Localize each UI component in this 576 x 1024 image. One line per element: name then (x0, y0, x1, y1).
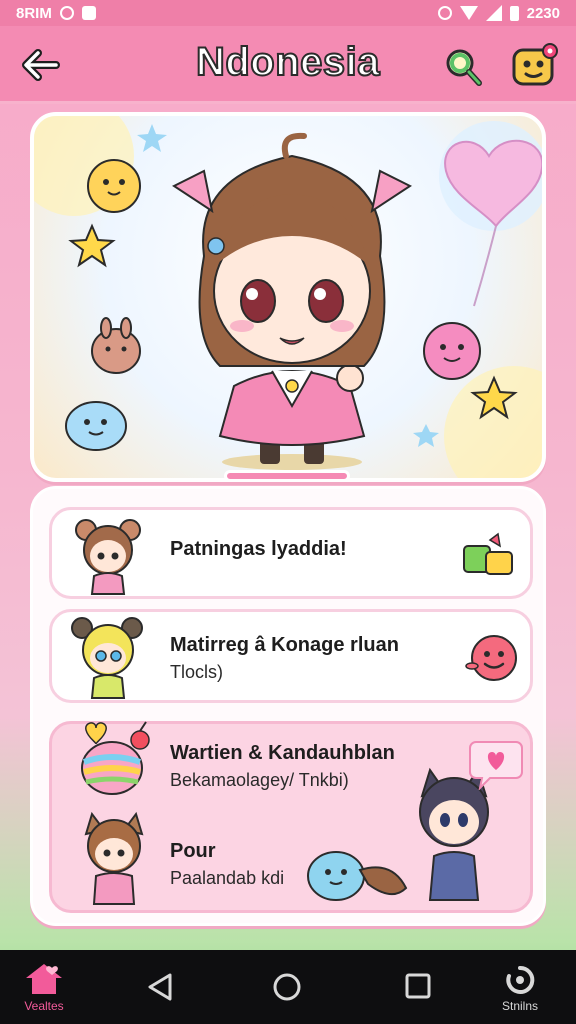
status-bar: 8RIM 2230 (0, 0, 576, 26)
bear-girl-avatar (75, 519, 141, 595)
list-item-subtitle: Tlocls) (170, 662, 223, 682)
hero-illustration (30, 112, 546, 482)
list-item-subtitle: Paalandab kdi (170, 868, 285, 888)
blue-cloud-creature (65, 401, 127, 451)
nav-home-circle-button[interactable] (272, 972, 302, 1002)
list-item-title: Patningas lyaddia! (170, 538, 347, 560)
speech-heart-icon[interactable] (468, 738, 524, 790)
yellow-cloud-creature (87, 159, 141, 213)
box-icon (81, 6, 96, 20)
app-header: Ndonesia (0, 26, 576, 104)
list-item[interactable]: Patningas lyaddia! (49, 507, 533, 599)
home-icon (26, 964, 62, 994)
status-carrier: 8RIM (16, 4, 52, 22)
chibi-girl-character (172, 132, 412, 470)
stats-icon (506, 965, 535, 994)
profile-icon[interactable] (510, 42, 558, 88)
vibrate-icon (437, 6, 452, 20)
gift-icon[interactable] (460, 532, 516, 578)
list-item-subtitle: Bekamaolagey/ Tnkbi) (170, 770, 349, 790)
blue-creature-illustration (307, 851, 408, 901)
nav-label: Vealtes (24, 999, 64, 1013)
signal-icon (485, 5, 502, 21)
nav-label: Stnilns (502, 999, 539, 1013)
lollipop-icon (81, 721, 150, 795)
list-item-title: Matirreg â Konage rluan (170, 634, 399, 656)
nav-stats-button[interactable]: Stnilns (502, 964, 538, 1013)
battery-icon (509, 5, 519, 21)
smiley-ball-icon[interactable] (464, 630, 520, 686)
nav-recents-button[interactable] (404, 972, 432, 1000)
settings-icon (59, 6, 74, 20)
list-item-title: Wartien & Kandauhblan (170, 742, 395, 764)
bear-boy-avatar (71, 617, 143, 699)
navigation-bar: Vealtes Stnilns (0, 950, 576, 1024)
chibi-character-illustration (34, 116, 542, 478)
search-icon[interactable] (440, 44, 484, 88)
wifi-icon (459, 6, 478, 20)
page-title: Ndonesia (195, 39, 381, 85)
status-time: 2230 (526, 4, 560, 22)
recents-square-icon (405, 973, 431, 999)
nav-back-button[interactable] (146, 972, 174, 1002)
brown-bunny-creature (91, 317, 141, 374)
pink-cloud-creature (423, 322, 481, 380)
list-item[interactable]: Matirreg â Konage rluan Tlocls) (49, 609, 533, 703)
list-item-title: Pour (170, 840, 216, 862)
home-circle-icon (273, 973, 301, 1001)
content-panel: Patningas lyaddia! Matirreg â Konage rlu… (30, 486, 546, 926)
list-item-group[interactable]: Wartien & Kandauhblan Bekamaolagey/ Tnkb… (49, 721, 533, 913)
cat-boy-avatar (84, 811, 144, 905)
back-triangle-icon (148, 973, 172, 1001)
carousel-handle[interactable] (224, 470, 350, 482)
nav-home-button[interactable]: Vealtes (24, 962, 64, 1013)
